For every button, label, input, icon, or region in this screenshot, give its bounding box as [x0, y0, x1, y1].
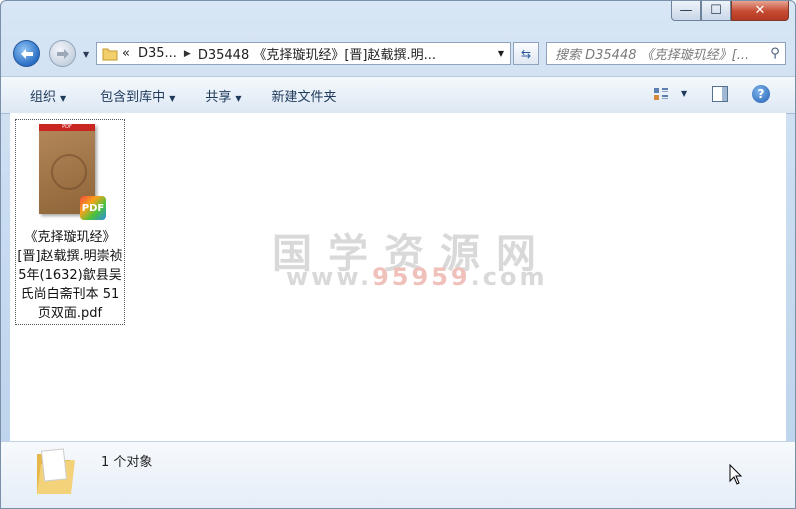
new-folder-label: 新建文件夹 — [271, 89, 337, 105]
search-icon[interactable]: ⚲ — [765, 46, 785, 61]
share-menu[interactable]: 共享 ▼ — [191, 86, 255, 105]
address-overflow[interactable]: « — [118, 46, 134, 61]
command-bar: 组织 ▼ 包含到库中 ▼ 共享 ▼ 新建文件夹 ▼ ? — [1, 76, 795, 114]
pdf-icon: PDF — [80, 196, 106, 220]
chevron-down-icon: ▼ — [235, 93, 242, 103]
chevron-right-icon[interactable]: ▶ — [181, 49, 194, 59]
item-count: 1 个对象 — [101, 455, 153, 470]
watermark-url-number: 95959 — [372, 263, 471, 291]
forward-arrow-icon — [56, 48, 69, 59]
chevron-down-icon: ▼ — [60, 93, 67, 103]
mouse-pointer-icon — [729, 464, 743, 485]
help-icon[interactable]: ? — [752, 85, 770, 103]
maximize-button[interactable]: ☐ — [701, 1, 731, 21]
new-folder-button[interactable]: 新建文件夹 — [258, 86, 351, 105]
minimize-button[interactable]: — — [671, 1, 701, 21]
recent-pages-dropdown[interactable]: ▼ — [83, 50, 89, 59]
include-library-menu[interactable]: 包含到库中 ▼ — [86, 86, 189, 105]
file-name[interactable]: 《克择璇玑经》[晋]赵载撰.明崇祯5年(1632)歙县吴氏尚白斋刊本 51页双面… — [16, 228, 124, 323]
change-view-icon[interactable] — [653, 87, 669, 101]
address-segment-current[interactable]: D35448 《克择璇玑经》[晋]赵载撰.明... — [194, 44, 440, 63]
watermark-url-prefix: www. — [286, 263, 373, 291]
title-bar: — ☐ ✕ — [1, 1, 795, 33]
folder-icon — [102, 48, 118, 60]
back-button[interactable] — [13, 40, 40, 67]
back-arrow-icon — [20, 48, 33, 59]
chevron-down-icon: ▼ — [169, 93, 176, 103]
pdf-thumb-label: PDF — [39, 124, 95, 131]
organize-menu[interactable]: 组织 ▼ — [16, 86, 80, 105]
file-item[interactable]: PDF PDF 《克择璇玑经》[晋]赵载撰.明崇祯5年(1632)歙县吴氏尚白斋… — [15, 119, 125, 325]
address-bar[interactable]: « D35... ▶ D35448 《克择璇玑经》[晋]赵载撰.明... ▼ — [96, 42, 511, 65]
search-input[interactable]: 搜索 D35448 《克择璇玑经》[... ⚲ — [546, 42, 786, 65]
view-options-dropdown[interactable]: ▼ — [681, 89, 687, 98]
folder-icon — [37, 448, 75, 494]
watermark-url: www.95959.com — [286, 263, 547, 291]
organize-label: 组织 — [30, 89, 57, 105]
forward-button[interactable] — [49, 40, 76, 67]
watermark-url-suffix: .com — [470, 263, 548, 291]
share-label: 共享 — [205, 89, 232, 105]
refresh-icon: ⇆ — [520, 46, 532, 61]
explorer-window: — ☐ ✕ ▼ « D35... ▶ D35448 《克择璇玑经》[晋]赵载撰.… — [0, 0, 796, 509]
chevron-down-icon[interactable]: ▼ — [498, 49, 504, 58]
close-button[interactable]: ✕ — [731, 1, 789, 21]
file-list-area[interactable]: 国学资源网 www.95959.com PDF PDF 《克择璇玑经》[晋]赵载… — [10, 113, 786, 441]
preview-pane-icon[interactable] — [712, 86, 728, 102]
address-segment-parent[interactable]: D35... — [134, 46, 181, 61]
include-library-label: 包含到库中 — [100, 89, 166, 105]
details-pane: 1 个对象 — [1, 441, 795, 508]
search-placeholder: 搜索 D35448 《克择璇玑经》[... — [555, 48, 750, 63]
refresh-button[interactable]: ⇆ — [513, 42, 539, 65]
address-row: ▼ « D35... ▶ D35448 《克择璇玑经》[晋]赵载撰.明... ▼… — [1, 37, 795, 69]
seal-icon — [51, 154, 87, 190]
